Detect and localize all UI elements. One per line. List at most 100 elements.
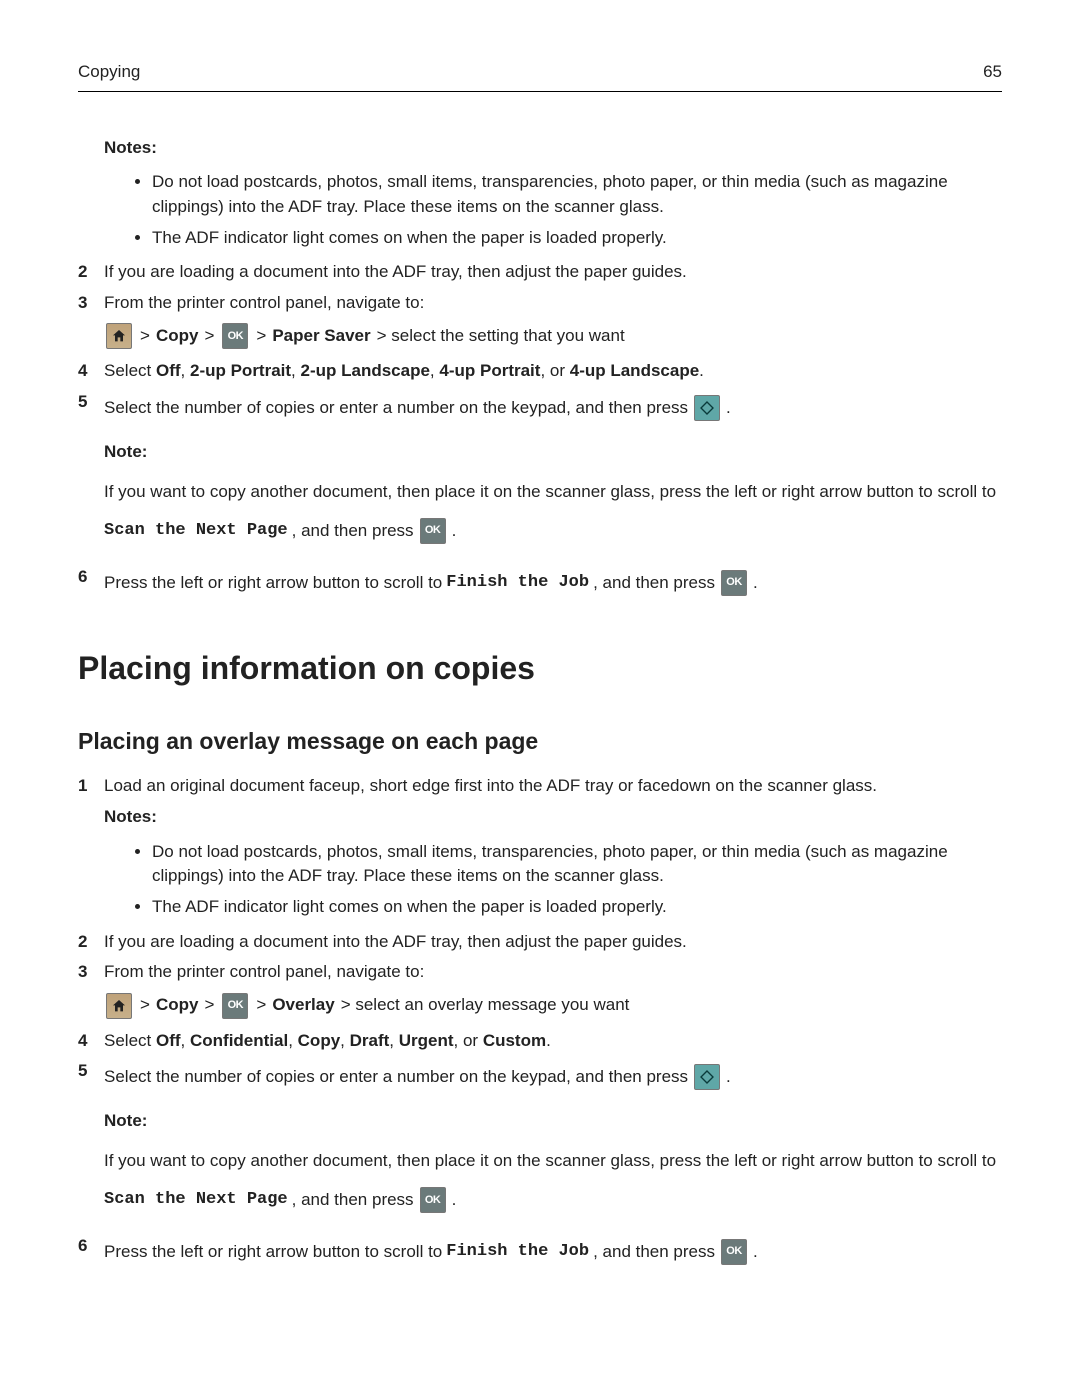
notes-heading: Notes:: [104, 136, 1002, 161]
nav-sep: >: [256, 993, 266, 1018]
nav-sep: >: [140, 324, 150, 349]
notes-list: Do not load postcards, photos, small ite…: [78, 840, 1002, 920]
text: If you want to copy another document, th…: [104, 1143, 996, 1179]
code-text: Scan the Next Page: [104, 513, 288, 549]
text: .: [753, 565, 758, 601]
nav-path: > Copy > OK > Overlay > select an overla…: [104, 993, 1002, 1019]
ok-icon: OK: [420, 1187, 446, 1213]
note-label: Note:: [104, 434, 147, 470]
step-number: 2: [78, 260, 104, 285]
step-number: 1: [78, 774, 104, 799]
text: Press the left or right arrow button to …: [104, 565, 442, 601]
start-icon: [694, 395, 720, 421]
nav-path: > Copy > OK > Paper Saver > select the s…: [104, 323, 1002, 349]
step-4: 4 Select Off, Confidential, Copy, Draft,…: [78, 1029, 1002, 1054]
step-number: 6: [78, 565, 104, 601]
note-item: Do not load postcards, photos, small ite…: [152, 840, 1002, 889]
option-confidential: Confidential: [190, 1031, 288, 1050]
text: Press the left or right arrow button to …: [104, 1234, 442, 1270]
step-number: 3: [78, 291, 104, 316]
text: ,: [430, 361, 439, 380]
text: Select the number of copies or enter a n…: [104, 390, 688, 426]
nav-tail: > select an overlay message you want: [341, 993, 630, 1018]
text: ,: [181, 361, 190, 380]
header-page-number: 65: [983, 60, 1002, 85]
step-2: 2 If you are loading a document into the…: [78, 260, 1002, 285]
step-body: If you are loading a document into the A…: [104, 930, 1002, 955]
option-off: Off: [156, 1031, 181, 1050]
note-label: Note:: [104, 1103, 147, 1139]
text: , and then press: [593, 565, 715, 601]
ok-icon: OK: [420, 518, 446, 544]
text: ,: [288, 1031, 297, 1050]
text: ,: [181, 1031, 190, 1050]
step-body: Load an original document faceup, short …: [104, 774, 1002, 799]
text: .: [452, 513, 457, 549]
step-2: 2 If you are loading a document into the…: [78, 930, 1002, 955]
option-2up-portrait: 2‑up Portrait: [190, 361, 291, 380]
step-3: 3 From the printer control panel, naviga…: [78, 291, 1002, 316]
text: .: [452, 1182, 457, 1218]
text: .: [726, 1059, 731, 1095]
step-body: If you are loading a document into the A…: [104, 260, 1002, 285]
option-urgent: Urgent: [399, 1031, 454, 1050]
step-body: Select Off, 2‑up Portrait, 2‑up Landscap…: [104, 359, 1002, 384]
code-text: Finish the Job: [446, 565, 589, 601]
subsection-title: Placing an overlay message on each page: [78, 725, 1002, 758]
step-body: Select the number of copies or enter a n…: [104, 390, 1002, 553]
step-body: Press the left or right arrow button to …: [104, 565, 1002, 601]
option-draft: Draft: [350, 1031, 390, 1050]
ok-icon: OK: [222, 993, 248, 1019]
option-4up-portrait: 4‑up Portrait: [439, 361, 540, 380]
nav-copy: Copy: [156, 993, 199, 1018]
step-5: 5 Select the number of copies or enter a…: [78, 1059, 1002, 1222]
step-6: 6 Press the left or right arrow button t…: [78, 1234, 1002, 1270]
text: ,: [340, 1031, 349, 1050]
text: , or: [454, 1031, 483, 1050]
home-icon: [106, 993, 132, 1019]
step-1: 1 Load an original document faceup, shor…: [78, 774, 1002, 799]
text: , and then press: [292, 513, 414, 549]
section-title: Placing information on copies: [78, 645, 1002, 691]
ok-icon: OK: [721, 570, 747, 596]
option-4up-landscape: 4‑up Landscape: [570, 361, 699, 380]
text: .: [726, 390, 731, 426]
nav-sep: >: [256, 324, 266, 349]
option-custom: Custom: [483, 1031, 546, 1050]
nav-sep: >: [204, 993, 214, 1018]
step-number: 3: [78, 960, 104, 985]
step-number: 6: [78, 1234, 104, 1270]
option-off: Off: [156, 361, 181, 380]
nav-paper-saver: Paper Saver: [272, 324, 370, 349]
text: , or: [540, 361, 569, 380]
text: .: [699, 361, 704, 380]
step-number: 5: [78, 390, 104, 553]
text: , and then press: [593, 1234, 715, 1270]
step-6: 6 Press the left or right arrow button t…: [78, 565, 1002, 601]
code-text: Scan the Next Page: [104, 1182, 288, 1218]
page-header: Copying 65: [78, 60, 1002, 92]
text: Select the number of copies or enter a n…: [104, 1059, 688, 1095]
text: ,: [389, 1031, 398, 1050]
ok-icon: OK: [721, 1239, 747, 1265]
step-body: Select the number of copies or enter a n…: [104, 1059, 1002, 1222]
notes-heading: Notes:: [104, 805, 1002, 830]
step-body: From the printer control panel, navigate…: [104, 291, 1002, 316]
step-body: Select Off, Confidential, Copy, Draft, U…: [104, 1029, 1002, 1054]
option-copy: Copy: [298, 1031, 341, 1050]
step-number: 2: [78, 930, 104, 955]
step-number: 4: [78, 359, 104, 384]
note-item: Do not load postcards, photos, small ite…: [152, 170, 1002, 219]
option-2up-landscape: 2‑up Landscape: [301, 361, 430, 380]
text: , and then press: [292, 1182, 414, 1218]
text: .: [546, 1031, 551, 1050]
note-item: The ADF indicator light comes on when th…: [152, 895, 1002, 920]
text: ,: [291, 361, 300, 380]
step-5: 5 Select the number of copies or enter a…: [78, 390, 1002, 553]
nav-sep: >: [140, 993, 150, 1018]
nav-overlay: Overlay: [272, 993, 334, 1018]
home-icon: [106, 323, 132, 349]
nav-sep: >: [204, 324, 214, 349]
text: .: [753, 1234, 758, 1270]
note-item: The ADF indicator light comes on when th…: [152, 226, 1002, 251]
